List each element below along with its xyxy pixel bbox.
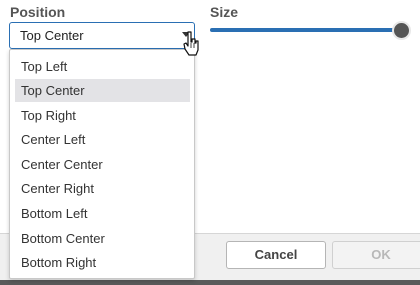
option-center-center[interactable]: Center Center — [15, 153, 190, 176]
option-top-center[interactable]: Top Center — [15, 79, 190, 102]
option-top-left[interactable]: Top Left — [15, 55, 190, 78]
option-bottom-right[interactable]: Bottom Right — [15, 251, 190, 274]
position-label: Position — [10, 4, 66, 20]
position-select[interactable]: Top Center — [9, 22, 195, 49]
size-slider-thumb[interactable] — [392, 21, 411, 40]
option-top-right[interactable]: Top Right — [15, 104, 190, 127]
footer-bottom-bar — [0, 280, 420, 285]
hand-cursor-icon — [183, 31, 199, 56]
option-center-left[interactable]: Center Left — [15, 128, 190, 151]
position-dropdown-list: Top Left Top Center Top Right Center Lef… — [9, 49, 195, 279]
option-bottom-center[interactable]: Bottom Center — [15, 227, 190, 250]
cancel-button[interactable]: Cancel — [226, 241, 326, 269]
ok-button[interactable]: OK — [332, 241, 420, 269]
option-bottom-left[interactable]: Bottom Left — [15, 202, 190, 225]
position-select-value: Top Center — [20, 28, 84, 43]
option-center-right[interactable]: Center Right — [15, 177, 190, 200]
size-label: Size — [210, 4, 239, 20]
size-slider-track[interactable] — [210, 28, 402, 32]
